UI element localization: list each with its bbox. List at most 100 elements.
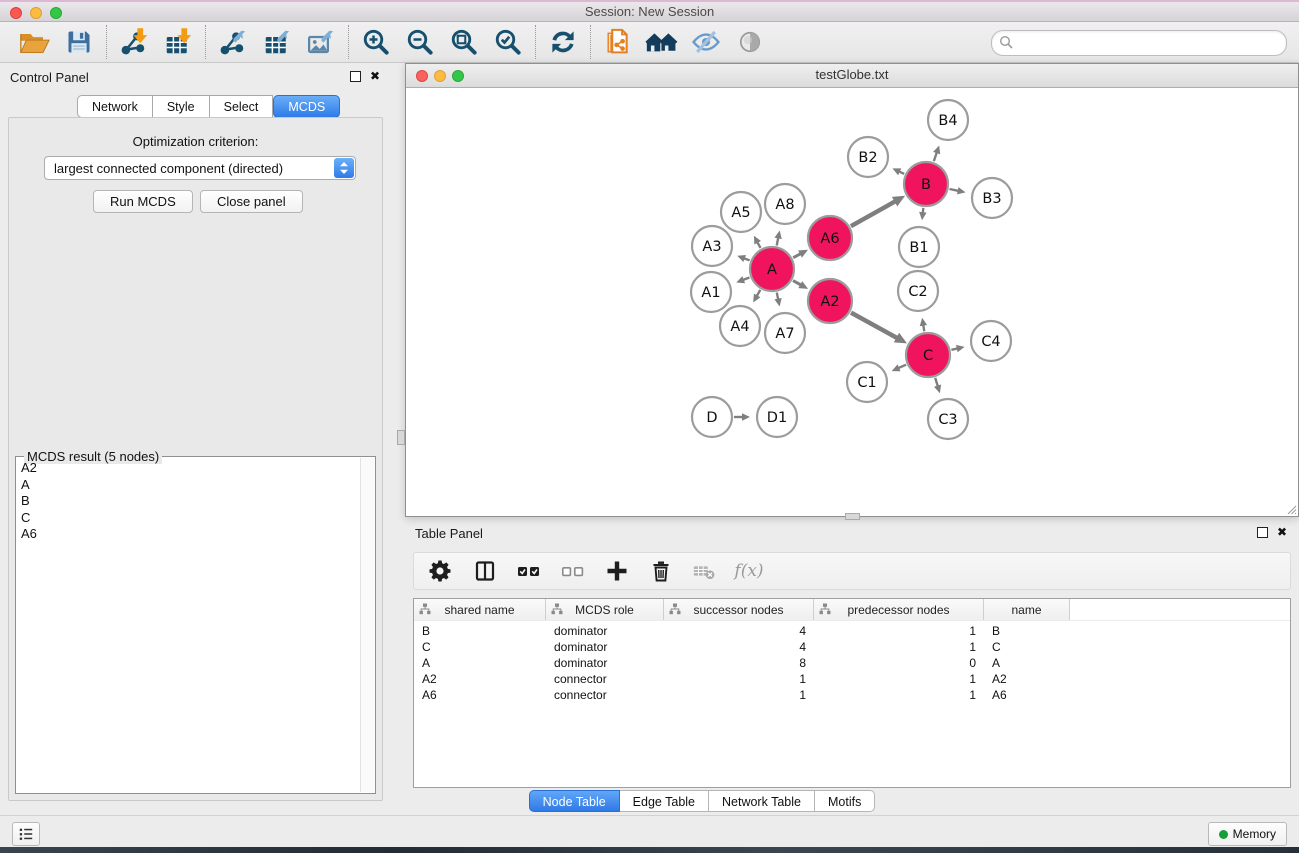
home-button[interactable] [645,25,679,59]
tab-edge-table[interactable]: Edge Table [620,790,709,812]
cell-shared-name: C [414,639,546,655]
optimization-criterion-select[interactable]: largest connected component (directed) [44,156,356,180]
network-zoom-traffic-light[interactable] [452,70,464,82]
svg-text:B4: B4 [938,113,957,129]
session-document-button[interactable] [601,25,635,59]
hide-details-icon [691,28,721,56]
table-row[interactable]: A2connector11A2 [414,671,1070,687]
tab-style[interactable]: Style [153,95,210,118]
column-header-predecessor-nodes[interactable]: predecessor nodes [814,599,984,620]
export-table-icon [262,27,292,57]
cell-shared-name: A6 [414,687,546,703]
delete-button[interactable] [648,558,674,584]
zoom-out-icon [405,27,435,57]
import-table-icon [163,27,193,57]
resize-grip-icon[interactable] [1285,503,1297,515]
close-panel-icon[interactable]: ✖ [370,70,380,82]
settings-button[interactable] [428,558,454,584]
horizontal-splitter-handle[interactable] [845,513,860,520]
app-titlebar: Session: New Session [0,0,1299,22]
table-row[interactable]: Cdominator41C [414,639,1070,655]
select-all-button[interactable] [516,558,542,584]
save-button[interactable] [62,25,96,59]
delete-table-icon [692,559,718,583]
vertical-splitter-handle[interactable] [397,430,405,445]
settings-icon [429,559,453,583]
network-minimize-traffic-light[interactable] [434,70,446,82]
zoom-in-button[interactable] [359,25,393,59]
table-row[interactable]: Bdominator41B [414,623,1070,639]
svg-text:A: A [767,262,777,278]
deselect-all-icon [560,559,586,583]
table-row[interactable]: Adominator80A [414,655,1070,671]
refresh-button[interactable] [546,25,580,59]
network-window-titlebar[interactable]: testGlobe.txt [406,64,1298,88]
network-canvas[interactable]: B4B2BB3B1A5A8A6A3AA1A2C2A4A7CC4C1C3DD1 [406,88,1298,516]
result-item[interactable]: A [17,477,361,494]
desktop-strip [0,847,1299,853]
tab-network-table[interactable]: Network Table [709,790,815,812]
export-network-button[interactable] [216,25,250,59]
column-label: shared name [444,603,514,617]
result-item[interactable]: A2 [17,460,361,477]
zoom-selected-button[interactable] [491,25,525,59]
cell-MCDS-role: dominator [546,655,664,671]
memory-button[interactable]: Memory [1208,822,1287,846]
search-input[interactable] [1018,32,1277,54]
column-header-MCDS-role[interactable]: MCDS role [546,599,664,620]
result-item[interactable]: A6 [17,526,361,543]
float-panel-icon[interactable] [350,71,361,82]
zoom-selected-icon [493,27,523,57]
network-close-traffic-light[interactable] [416,70,428,82]
list-icon [17,826,35,842]
add-button[interactable] [604,558,630,584]
export-table-button[interactable] [260,25,294,59]
svg-text:B2: B2 [858,150,877,166]
float-table-panel-icon[interactable] [1257,527,1268,538]
tab-select[interactable]: Select [210,95,274,118]
columns-button[interactable] [472,558,498,584]
svg-text:A7: A7 [775,326,794,342]
result-scrollbar[interactable] [360,458,374,792]
task-history-button[interactable] [12,822,40,846]
zoom-out-button[interactable] [403,25,437,59]
mcds-result-list[interactable]: A2ABCA6 [17,460,361,792]
node-table[interactable]: shared name MCDS role successor nodes prede… [413,598,1291,788]
result-item[interactable]: C [17,510,361,527]
cell-name: A6 [984,687,1070,703]
cell-MCDS-role: connector [546,671,664,687]
column-header-name[interactable]: name [984,599,1070,620]
tab-mcds[interactable]: MCDS [273,95,340,118]
zoom-fit-button[interactable] [447,25,481,59]
deselect-all-button[interactable] [560,558,586,584]
open-folder-button[interactable] [18,25,52,59]
close-traffic-light[interactable] [10,7,22,19]
run-mcds-button[interactable]: Run MCDS [93,190,193,213]
column-label: successor nodes [693,603,783,617]
zoom-traffic-light[interactable] [50,7,62,19]
import-table-button[interactable] [161,25,195,59]
hide-details-button[interactable] [689,25,723,59]
result-item[interactable]: B [17,493,361,510]
close-table-panel-icon[interactable]: ✖ [1277,526,1287,538]
tab-node-table[interactable]: Node Table [529,790,620,812]
svg-text:A4: A4 [730,319,749,335]
tab-motifs[interactable]: Motifs [815,790,875,812]
cell-predecessor-nodes: 1 [814,671,984,687]
table-row[interactable]: A6connector11A6 [414,687,1070,703]
column-header-shared-name[interactable]: shared name [414,599,546,620]
tab-network[interactable]: Network [77,95,153,118]
cell-predecessor-nodes: 1 [814,639,984,655]
column-header-successor-nodes[interactable]: successor nodes [664,599,814,620]
cell-successor-nodes: 4 [664,639,814,655]
save-icon [65,28,93,56]
cell-name: A2 [984,671,1070,687]
cell-MCDS-role: dominator [546,623,664,639]
close-panel-button[interactable]: Close panel [200,190,303,213]
status-bar: Memory [0,815,1299,847]
import-network-button[interactable] [117,25,151,59]
minimize-traffic-light[interactable] [30,7,42,19]
svg-text:B3: B3 [982,191,1001,207]
export-image-button[interactable] [304,25,338,59]
show-details-button[interactable] [733,25,767,59]
